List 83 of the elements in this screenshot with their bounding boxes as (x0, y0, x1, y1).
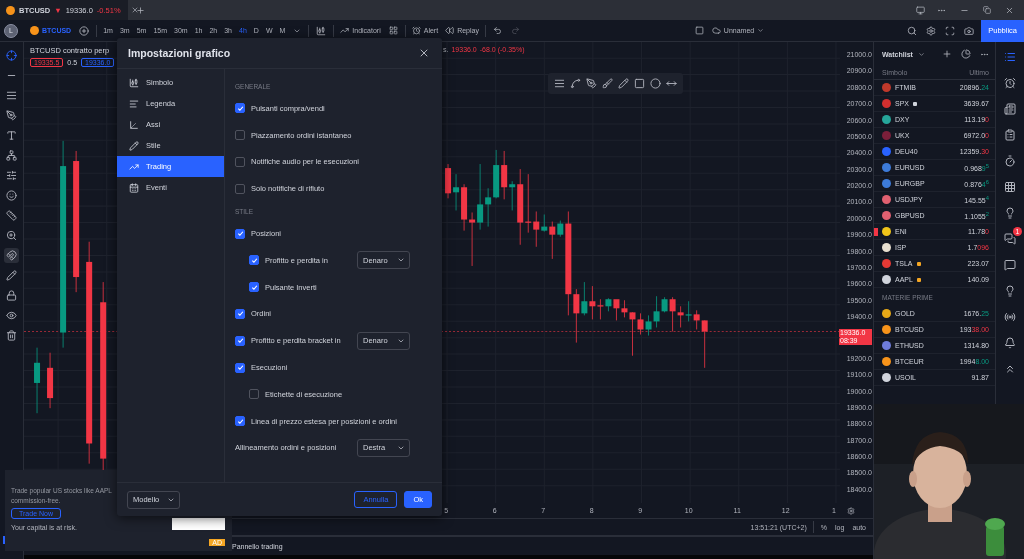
checkbox[interactable] (235, 103, 245, 114)
alarm-clock-icon[interactable] (1004, 77, 1016, 89)
axes-icon (129, 119, 139, 130)
lines-icon[interactable] (6, 90, 17, 101)
pen-icon[interactable] (586, 78, 597, 89)
plus-icon[interactable] (942, 49, 952, 59)
accent-bar (3, 536, 5, 544)
crosshair-icon[interactable] (6, 50, 17, 61)
close-icon[interactable] (130, 6, 139, 14)
trash-icon[interactable] (6, 330, 17, 341)
square-icon[interactable] (694, 26, 704, 35)
checkbox[interactable] (235, 335, 245, 346)
grid-icon[interactable] (1004, 181, 1016, 193)
lock-icon[interactable] (6, 290, 17, 301)
undo-icon[interactable] (492, 26, 502, 35)
trend-icon[interactable] (340, 26, 350, 35)
dialog-title: Impostazioni grafico (128, 47, 231, 59)
zoom-in-icon[interactable] (6, 230, 17, 241)
checkbox[interactable] (235, 362, 245, 373)
candle (34, 347, 41, 414)
checkbox[interactable] (235, 183, 245, 194)
message-icon[interactable] (1004, 259, 1016, 271)
camera-icon[interactable] (964, 25, 975, 36)
lightbulb-icon[interactable] (1004, 207, 1016, 219)
checkbox[interactable] (235, 130, 245, 141)
checkbox[interactable] (249, 282, 259, 293)
lightbulb-icon[interactable] (1004, 285, 1016, 297)
pencil-icon (129, 140, 139, 151)
pen-icon[interactable] (6, 110, 17, 121)
clipboard-list-icon[interactable] (1004, 129, 1016, 141)
broadcast-icon[interactable] (1004, 311, 1016, 323)
close-icon[interactable] (1005, 5, 1014, 15)
checkbox[interactable] (235, 157, 245, 167)
checkbox[interactable] (235, 228, 245, 239)
pencil-icon[interactable] (618, 78, 629, 89)
settings-icon[interactable] (926, 25, 937, 36)
network-icon[interactable] (6, 150, 17, 161)
close-icon[interactable] (418, 47, 430, 59)
text-icon[interactable] (6, 130, 17, 141)
timer-icon[interactable] (1004, 155, 1016, 167)
list-icon[interactable] (1004, 51, 1016, 63)
rewind-icon[interactable] (445, 26, 455, 35)
brush-icon[interactable] (602, 78, 613, 89)
blank-image (172, 518, 225, 530)
monitor-icon[interactable] (916, 5, 925, 15)
fullscreen-icon[interactable] (945, 25, 956, 36)
circle-icon[interactable] (650, 78, 661, 89)
checkbox[interactable] (235, 308, 245, 319)
plus-icon[interactable] (136, 5, 145, 15)
pencil-icon[interactable] (6, 270, 17, 281)
chevrons-up-icon[interactable] (1004, 363, 1016, 375)
eye-icon[interactable] (6, 310, 17, 321)
newspaper-icon[interactable] (1004, 103, 1016, 115)
lines-icon[interactable] (554, 78, 565, 89)
smile-icon[interactable] (6, 190, 17, 201)
checkbox[interactable] (249, 389, 259, 400)
curve-icon[interactable] (570, 78, 581, 89)
ruler-icon[interactable] (6, 210, 17, 221)
sliders-icon[interactable] (6, 170, 17, 181)
grid-icon[interactable] (388, 26, 398, 35)
chat-icon[interactable] (1004, 233, 1016, 245)
alarm-clock-icon[interactable] (411, 26, 421, 35)
plus-circle-icon[interactable] (79, 25, 90, 36)
settings-icon[interactable] (847, 506, 855, 515)
checkbox[interactable] (249, 255, 259, 266)
trend-icon (129, 161, 139, 172)
candle (47, 352, 54, 409)
coin-icon (6, 5, 15, 15)
candlestick-icon (129, 77, 139, 88)
arrow-icon[interactable] (666, 78, 677, 89)
candlestick-icon[interactable] (316, 25, 327, 36)
cloud-icon[interactable] (711, 26, 721, 35)
bell-icon[interactable] (1004, 337, 1016, 349)
align-left-icon (129, 98, 139, 109)
pie-chart-icon[interactable] (961, 49, 971, 59)
coin-icon (30, 26, 39, 35)
calendar-icon (129, 182, 139, 193)
square-icon[interactable] (634, 78, 645, 89)
search-icon[interactable] (907, 25, 918, 36)
restore-icon[interactable] (983, 6, 991, 14)
caret-icon[interactable] (757, 27, 765, 34)
caret-icon[interactable] (917, 50, 925, 58)
checkbox[interactable] (235, 416, 245, 427)
